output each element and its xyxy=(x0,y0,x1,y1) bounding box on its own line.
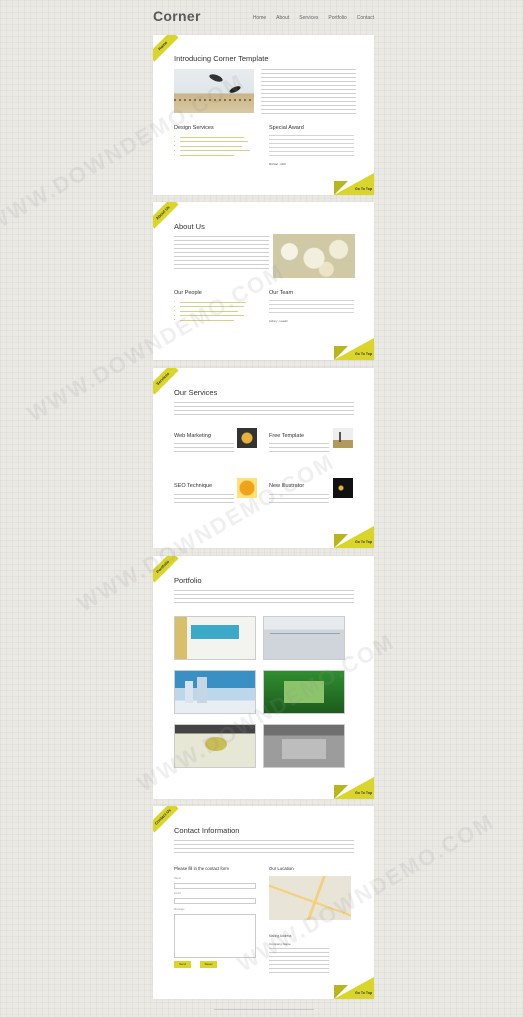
service-icon-new-illustrator xyxy=(333,478,353,498)
service-text xyxy=(174,494,234,504)
our-people-list xyxy=(174,300,254,323)
portfolio-thumb[interactable] xyxy=(174,616,256,660)
nav-portfolio[interactable]: Portfolio xyxy=(328,15,346,21)
contact-form-title: Please fill in the contact form xyxy=(174,866,229,871)
services-intro-text xyxy=(174,402,354,418)
about-image xyxy=(273,234,355,278)
go-to-top-label: Go To Top xyxy=(355,187,372,191)
intro-section: Home Introducing Corner Template Design … xyxy=(153,35,374,195)
intro-title: Introducing Corner Template xyxy=(174,54,269,63)
portfolio-thumb[interactable] xyxy=(263,724,345,768)
mailing-address-title: Mailing Address xyxy=(269,934,292,938)
go-to-top-label: Go To Top xyxy=(355,352,372,356)
reset-button[interactable]: Reset xyxy=(200,961,217,968)
intro-text xyxy=(261,69,356,117)
nav-home[interactable]: Home xyxy=(253,15,266,21)
go-to-top-button[interactable]: Go To Top xyxy=(334,338,374,360)
team-signature: Johnny - Leader xyxy=(269,320,288,323)
our-location-title: Our Location xyxy=(269,866,294,871)
contact-text xyxy=(174,840,354,856)
services-section: Services Our Services Web Marketing Free… xyxy=(153,368,374,548)
location-map[interactable] xyxy=(269,876,351,920)
services-title: Our Services xyxy=(174,388,218,397)
award-signature: Michael - CEO xyxy=(269,163,286,166)
go-to-top-button[interactable]: Go To Top xyxy=(334,777,374,799)
portfolio-thumb[interactable] xyxy=(174,724,256,768)
address-text xyxy=(269,948,329,974)
portfolio-section: Portfolio Portfolio Go To Top xyxy=(153,556,374,799)
email-field[interactable] xyxy=(174,898,256,904)
footer-text xyxy=(153,1007,374,1011)
go-to-top-button[interactable]: Go To Top xyxy=(334,977,374,999)
service-icon-free-template xyxy=(333,428,353,448)
service-icon-web-marketing xyxy=(237,428,257,448)
service-icon-seo-technique xyxy=(237,478,257,498)
service-text xyxy=(174,443,234,453)
go-to-top-label: Go To Top xyxy=(355,991,372,995)
about-section: About Us About Us Our People Our Team Jo… xyxy=(153,202,374,360)
name-field[interactable] xyxy=(174,883,256,889)
intro-image xyxy=(174,69,254,113)
nav-contact[interactable]: Contact xyxy=(357,15,374,21)
service-seo-technique: SEO Technique xyxy=(174,483,213,489)
send-button[interactable]: Send xyxy=(174,961,191,968)
design-services-title: Design Services xyxy=(174,125,214,131)
about-text xyxy=(174,236,269,272)
company-name: Company Name xyxy=(269,942,291,946)
portfolio-title: Portfolio xyxy=(174,576,202,585)
go-to-top-button[interactable]: Go To Top xyxy=(334,526,374,548)
go-to-top-button[interactable]: Go To Top xyxy=(334,173,374,195)
email-label: Email xyxy=(174,892,181,895)
team-text xyxy=(269,300,354,314)
portfolio-text xyxy=(174,590,354,606)
contact-title: Contact Information xyxy=(174,826,240,835)
award-text xyxy=(269,135,354,159)
portfolio-thumb[interactable] xyxy=(174,670,256,714)
contact-section: Contact Us Contact Information Please fi… xyxy=(153,806,374,999)
our-people-title: Our People xyxy=(174,290,202,296)
service-text xyxy=(269,443,329,453)
name-label: Name xyxy=(174,877,181,880)
about-title: About Us xyxy=(174,222,205,231)
service-new-illustrator: New Illustrator xyxy=(269,483,305,489)
go-to-top-label: Go To Top xyxy=(355,540,372,544)
portfolio-thumb[interactable] xyxy=(263,670,345,714)
service-web-marketing: Web Marketing xyxy=(174,433,211,439)
nav-about[interactable]: About xyxy=(276,15,289,21)
service-text xyxy=(269,494,329,504)
site-logo[interactable]: Corner xyxy=(153,8,201,24)
service-free-template: Free Template xyxy=(269,433,305,439)
design-services-list xyxy=(174,135,254,158)
message-label: Message xyxy=(174,908,185,911)
go-to-top-label: Go To Top xyxy=(355,791,372,795)
our-team-title: Our Team xyxy=(269,290,294,296)
main-nav: Home About Services Portfolio Contact xyxy=(253,15,374,21)
nav-services[interactable]: Services xyxy=(299,15,318,21)
header: Corner Home About Services Portfolio Con… xyxy=(153,8,374,28)
portfolio-thumb[interactable] xyxy=(263,616,345,660)
special-award-title: Special Award xyxy=(269,125,304,131)
message-field[interactable] xyxy=(174,914,256,958)
